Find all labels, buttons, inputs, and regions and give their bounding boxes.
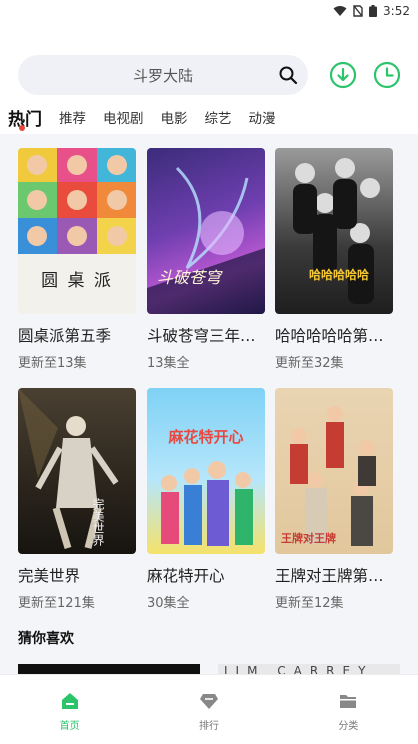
- tab-anime[interactable]: 动漫: [249, 107, 276, 127]
- category-tabs: 热门 推荐 电视剧 电影 综艺 动漫: [0, 102, 293, 132]
- status-time: 3:52: [383, 4, 410, 18]
- search-input[interactable]: 斗罗大陆: [18, 65, 308, 86]
- poster-image[interactable]: 麻花特开心: [147, 388, 265, 554]
- tab-variety[interactable]: 综艺: [205, 107, 232, 127]
- card-title: 圆桌派第五季: [18, 327, 112, 345]
- bottom-navigation: 首页 排行 分类: [0, 674, 418, 744]
- download-icon[interactable]: [329, 61, 357, 89]
- wifi-icon: [333, 6, 347, 16]
- folder-icon: [340, 695, 357, 708]
- card-title: 完美世界: [18, 567, 81, 585]
- video-card[interactable]: 完美世界 完美世界 更新至121集: [18, 388, 136, 611]
- nav-ranking[interactable]: 排行: [139, 675, 278, 744]
- section-title: 猜你喜欢: [18, 631, 74, 647]
- card-title: 哈哈哈哈哈第…: [275, 327, 384, 345]
- nav-label: 排行: [198, 721, 219, 732]
- poster-logo-text: 圆 桌 派: [41, 271, 113, 291]
- poster-image[interactable]: 完美世界: [18, 388, 136, 554]
- card-episodes: 13集全: [147, 356, 190, 371]
- poster-logo-text: 完美世界: [91, 498, 105, 546]
- card-title: 斗破苍穹三年…: [147, 327, 256, 345]
- search-icon[interactable]: [278, 65, 298, 85]
- tab-tv-series[interactable]: 电视剧: [103, 107, 144, 127]
- tab-recommend[interactable]: 推荐: [59, 107, 86, 127]
- video-card[interactable]: 哈哈哈哈哈 哈哈哈哈哈第… 更新至32集: [275, 148, 393, 371]
- card-episodes: 更新至12集: [275, 596, 344, 611]
- history-icon[interactable]: [373, 61, 401, 89]
- video-card[interactable]: 麻花特开心 麻花特开心 30集全: [147, 388, 265, 611]
- header: 斗罗大陆 热门 推荐 电视剧 电影 综艺 动漫: [0, 22, 418, 134]
- no-sim-icon: [353, 5, 363, 17]
- poster-logo-text: 哈哈哈哈哈: [309, 268, 370, 282]
- card-episodes: 30集全: [147, 596, 190, 611]
- search-bar[interactable]: 斗罗大陆: [18, 55, 308, 95]
- nav-label: 分类: [338, 721, 359, 732]
- battery-icon: [369, 5, 378, 17]
- video-card[interactable]: 王牌对王牌 王牌对王牌第… 更新至12集: [275, 388, 393, 611]
- diamond-icon: [199, 694, 218, 709]
- active-tab-indicator: [19, 125, 25, 131]
- card-episodes: 更新至13集: [18, 356, 87, 371]
- card-title: 王牌对王牌第…: [275, 567, 384, 585]
- nav-home[interactable]: 首页: [0, 675, 139, 744]
- poster-logo-text: 王牌对王牌: [281, 532, 336, 545]
- video-card[interactable]: 圆 桌 派 圆桌派第五季 更新至13集: [18, 148, 136, 371]
- nav-label: 首页: [59, 721, 80, 732]
- status-bar: 3:52: [0, 0, 418, 22]
- tab-hot[interactable]: 热门: [8, 105, 42, 130]
- poster-logo-text: 麻花特开心: [168, 428, 244, 446]
- nav-category[interactable]: 分类: [279, 675, 418, 744]
- card-title: 麻花特开心: [147, 567, 225, 585]
- poster-image[interactable]: 王牌对王牌: [275, 388, 393, 554]
- poster-image[interactable]: 哈哈哈哈哈: [275, 148, 393, 314]
- card-episodes: 更新至121集: [18, 596, 95, 611]
- poster-logo-text: 斗破苍穹: [157, 268, 222, 287]
- video-card[interactable]: 斗破苍穹 斗破苍穹三年… 13集全: [147, 148, 265, 371]
- app-screen: 3:52 斗罗大陆 热门 推荐 电视剧 电影 综艺 动漫 圆 桌 派 圆桌派第五…: [0, 0, 418, 744]
- card-episodes: 更新至32集: [275, 356, 344, 371]
- home-icon: [61, 693, 78, 709]
- poster-image[interactable]: 斗破苍穹: [147, 148, 265, 314]
- poster-image[interactable]: 圆 桌 派: [18, 148, 136, 314]
- tab-movies[interactable]: 电影: [161, 107, 188, 127]
